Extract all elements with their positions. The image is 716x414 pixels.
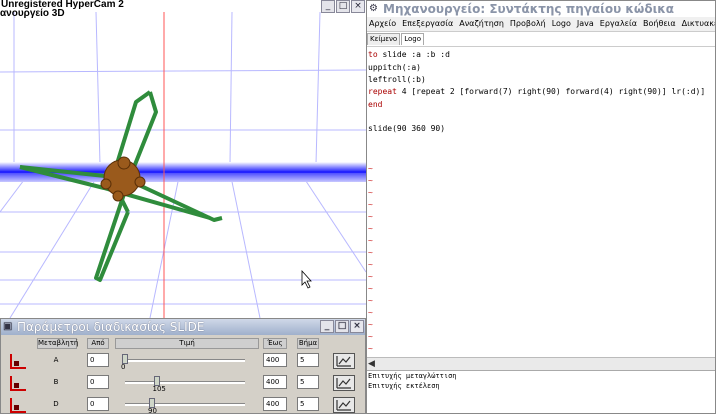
param-to-field[interactable]: 400 — [263, 397, 287, 411]
param-step-field[interactable]: 5 — [297, 353, 319, 367]
scene-3d-title: ανουργείο 3D — [0, 8, 65, 19]
param-to-field[interactable]: 400 — [263, 375, 287, 389]
gear-icon: ⚙ — [369, 3, 378, 14]
param-name: A — [53, 356, 59, 364]
code-line: uppitch(:a) — [368, 63, 421, 72]
code-line: to slide :a :b :d — [368, 50, 450, 59]
menu-tools[interactable]: Εργαλεία — [600, 17, 637, 31]
apply-button[interactable] — [333, 397, 355, 413]
mouse-cursor-icon — [301, 269, 312, 289]
empty-line-marker-icon: ~ — [368, 200, 373, 209]
param-slider-track[interactable] — [125, 359, 245, 362]
header-variable: Μεταβλητή — [37, 338, 79, 349]
graph-icon — [336, 356, 351, 367]
param-from-field[interactable]: 0 — [87, 353, 109, 367]
header-from: Από — [87, 338, 109, 349]
params-title: Παράμετροι διαδικασίας SLIDE — [17, 320, 205, 334]
editor-title: Μηχανουργείο: Συντάκτης πηγαίου κώδικα — [383, 2, 675, 16]
scene-3d-viewport[interactable] — [0, 12, 366, 318]
empty-line-marker-icon: ~ — [368, 212, 373, 221]
header-to: Έως — [263, 338, 287, 349]
param-slider-track[interactable] — [125, 381, 245, 384]
scene-3d-window-buttons: _ □ × — [321, 0, 365, 13]
code-line: leftroll(:b) — [368, 75, 426, 84]
turtle-angle-icon — [10, 376, 26, 391]
menu-file[interactable]: Αρχείο — [369, 17, 396, 31]
param-step-field[interactable]: 5 — [297, 375, 319, 389]
menu-logo[interactable]: Logo — [552, 17, 571, 31]
menu-help[interactable]: Βοήθεια — [643, 17, 676, 31]
minimize-icon[interactable]: _ — [320, 320, 334, 333]
param-row-a: A 0 0 400 5 — [1, 351, 365, 373]
graph-icon — [336, 378, 351, 389]
editor-titlebar: ⚙ Μηχανουργείο: Συντάκτης πηγαίου κώδικα — [367, 1, 715, 17]
header-value: Τιμή — [115, 338, 259, 349]
code-line: end — [368, 100, 383, 109]
empty-line-marker-icon: ~ — [368, 308, 373, 317]
param-value-label: 90 — [148, 407, 157, 414]
graph-icon — [336, 400, 351, 411]
scene-3d-window[interactable]: Unregistered HyperCam 2 ανουργείο 3D _ □… — [0, 0, 366, 318]
param-from-field[interactable]: 0 — [87, 375, 109, 389]
param-name: D — [53, 400, 59, 408]
turtle-angle-icon — [10, 354, 26, 369]
param-to-field[interactable]: 400 — [263, 353, 287, 367]
menu-bar: Αρχείο Επεξεργασία Αναζήτηση Προβολή Log… — [367, 17, 715, 32]
empty-line-marker-icon: ~ — [368, 320, 373, 329]
console-line: Επιτυχής εκτέλεση — [368, 382, 440, 390]
menu-search[interactable]: Αναζήτηση — [459, 17, 504, 31]
empty-line-marker-icon: ~ — [368, 260, 373, 269]
close-icon[interactable]: × — [350, 320, 364, 333]
editor-tabs: Κείμενο Logo — [367, 33, 425, 45]
turtle-angle-icon — [10, 398, 26, 413]
procedure-parameters-window[interactable]: ▣ Παράμετροι διαδικασίας SLIDE _ □ × Μετ… — [0, 318, 366, 414]
empty-line-marker-icon: ~ — [368, 272, 373, 281]
header-step: Βήμα — [297, 338, 319, 349]
empty-line-marker-icon: ~ — [368, 164, 373, 173]
menu-java[interactable]: Java — [577, 17, 594, 31]
minimize-icon[interactable]: _ — [321, 0, 335, 13]
console-line: Επιτυχής μεταγλώττιση — [368, 372, 457, 380]
empty-line-marker-icon: ~ — [368, 176, 373, 185]
param-value-label: 105 — [152, 385, 166, 393]
param-step-field[interactable]: 5 — [297, 397, 319, 411]
empty-line-marker-icon: ~ — [368, 284, 373, 293]
params-window-buttons: _ □ × — [320, 320, 364, 333]
empty-line-marker-icon: ~ — [368, 344, 373, 353]
horizontal-scrollbar[interactable]: ◀ — [367, 357, 715, 370]
scroll-left-icon[interactable]: ◀ — [368, 358, 375, 370]
param-slider-track[interactable] — [125, 403, 245, 406]
param-name: B — [53, 378, 59, 386]
empty-line-marker-icon: ~ — [368, 296, 373, 305]
apply-button[interactable] — [333, 353, 355, 369]
menu-edit[interactable]: Επεξεργασία — [402, 17, 453, 31]
tab-logo[interactable]: Logo — [401, 33, 424, 45]
param-row-d: D 0 90 400 5 — [1, 395, 365, 414]
source-editor-window[interactable]: ⚙ Μηχανουργείο: Συντάκτης πηγαίου κώδικα… — [366, 0, 716, 414]
window-icon: ▣ — [3, 321, 13, 332]
tab-text[interactable]: Κείμενο — [367, 33, 401, 45]
param-value-label: 0 — [121, 363, 126, 371]
code-line: slide(90 360 90) — [368, 124, 446, 133]
code-editor[interactable]: to slide :a :b :d uppitch(:a) leftroll(:… — [367, 46, 715, 357]
empty-line-marker-icon: ~ — [368, 332, 373, 341]
params-titlebar: ▣ Παράμετροι διαδικασίας SLIDE _ □ × — [1, 319, 365, 335]
empty-line-marker-icon: ~ — [368, 188, 373, 197]
code-line: repeat 4 [repeat 2 [forward(7) right(90)… — [368, 87, 706, 96]
empty-line-marker-icon: ~ — [368, 224, 373, 233]
close-icon[interactable]: × — [351, 0, 365, 13]
menu-web-services[interactable]: Δικτυακές υπηρεσ — [682, 17, 715, 31]
apply-button[interactable] — [333, 375, 355, 391]
empty-line-marker-icon: ~ — [368, 248, 373, 257]
empty-line-marker-icon: ~ — [368, 236, 373, 245]
param-from-field[interactable]: 0 — [87, 397, 109, 411]
menu-view[interactable]: Προβολή — [510, 17, 546, 31]
maximize-icon[interactable]: □ — [335, 320, 349, 333]
param-row-b: B 0 105 400 5 — [1, 373, 365, 395]
maximize-icon[interactable]: □ — [336, 0, 350, 13]
output-console: Επιτυχής μεταγλώττιση Επιτυχής εκτέλεση — [367, 370, 715, 413]
